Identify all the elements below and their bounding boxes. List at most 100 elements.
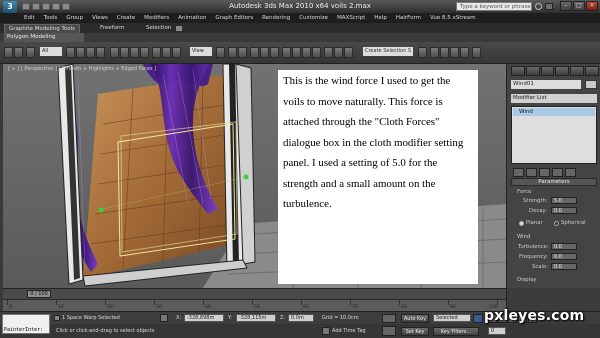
menu-customize[interactable]: Customize: [299, 15, 328, 21]
ribbon-toggle-icon[interactable]: [176, 26, 182, 31]
menu-graph-editors[interactable]: Graph Editors: [215, 15, 253, 21]
select-rotate-icon[interactable]: [120, 47, 129, 58]
toolbar-extra-icon-4[interactable]: [460, 47, 469, 58]
z-coord-field[interactable]: 0.0m: [288, 314, 314, 322]
menu-create[interactable]: Create: [117, 15, 135, 21]
mirror-icon[interactable]: [250, 47, 259, 58]
key-filters-button[interactable]: Key Filters...: [433, 327, 479, 336]
add-time-tag[interactable]: Add Time Tag: [332, 328, 366, 334]
pivot-center-icon[interactable]: [216, 47, 225, 58]
spherical-radio[interactable]: [554, 221, 559, 226]
undo-toolbar-icon[interactable]: [4, 47, 13, 58]
tab-selection[interactable]: Selection: [142, 24, 175, 33]
layer-manager-icon[interactable]: [270, 47, 279, 58]
render-setup-icon[interactable]: [324, 47, 333, 58]
y-coord-field[interactable]: -328,115m: [236, 314, 276, 322]
object-color-swatch[interactable]: [585, 80, 597, 89]
motion-tab-icon[interactable]: [555, 66, 570, 76]
minimize-button[interactable]: –: [560, 1, 572, 11]
time-slider[interactable]: 0 / 100: [3, 288, 506, 299]
hierarchy-tab-icon[interactable]: [540, 66, 555, 76]
polygon-modeling-panel[interactable]: Polygon Modeling: [4, 33, 84, 42]
planar-radio[interactable]: [519, 221, 524, 226]
select-manipulate-icon[interactable]: [140, 47, 149, 58]
current-frame-field[interactable]: 0: [488, 327, 506, 335]
turbulence-field[interactable]: 0.0: [551, 243, 577, 250]
remove-modifier-icon[interactable]: [552, 168, 563, 177]
snap-toggle-icon[interactable]: [162, 47, 171, 58]
angle-snap-icon[interactable]: [172, 47, 181, 58]
redo-toolbar-icon[interactable]: [14, 47, 23, 58]
maximize-button[interactable]: □: [573, 1, 585, 11]
menu-rendering[interactable]: Rendering: [262, 15, 290, 21]
set-key-mode-icon[interactable]: [382, 314, 396, 323]
menu-group[interactable]: Group: [66, 15, 83, 21]
track-bar[interactable]: 0 10 20 30 40 50 60 70 80 90 100: [3, 299, 506, 311]
set-key-button[interactable]: Set Key: [401, 327, 429, 336]
menu-animation[interactable]: Animation: [178, 15, 206, 21]
menu-maxscript[interactable]: MAXScript: [337, 15, 365, 21]
create-tab-icon[interactable]: [511, 66, 525, 76]
edit-named-selection-icon[interactable]: [418, 47, 427, 58]
toolbar-extra-icon-2[interactable]: [440, 47, 449, 58]
configure-sets-icon[interactable]: [565, 168, 576, 177]
toolbar-extra-icon-5[interactable]: [472, 47, 481, 58]
selection-filter-dropdown[interactable]: All: [40, 47, 62, 56]
absolute-mode-icon[interactable]: [160, 314, 168, 322]
percent-snap-icon[interactable]: [228, 47, 237, 58]
align-icon[interactable]: [260, 47, 269, 58]
selection-region-icon[interactable]: [86, 47, 95, 58]
make-unique-icon[interactable]: [539, 168, 550, 177]
key-icon[interactable]: [382, 326, 396, 336]
keyboard-shortcut-icon[interactable]: [152, 47, 161, 58]
schematic-view-icon[interactable]: [302, 47, 311, 58]
maxscript-mini-listener[interactable]: PainterInter:: [2, 314, 50, 334]
frequency-field[interactable]: 0.0: [551, 253, 577, 260]
graphite-toggle-icon[interactable]: [282, 47, 291, 58]
curve-editor-icon[interactable]: [292, 47, 301, 58]
selected-dropdown[interactable]: Selected: [433, 314, 471, 322]
spinner-snap-icon[interactable]: [238, 47, 247, 58]
utilities-tab-icon[interactable]: [585, 66, 599, 76]
modify-tab-icon[interactable]: [525, 66, 540, 76]
tab-freeform[interactable]: Freeform: [96, 24, 129, 33]
toolbar-extra-icon[interactable]: [430, 47, 439, 58]
selection-lock-icon[interactable]: [54, 315, 60, 321]
select-object-icon[interactable]: [66, 47, 75, 58]
tab-graphite-modeling-tools[interactable]: Graphite Modeling Tools: [4, 24, 81, 33]
time-slider-thumb[interactable]: 0 / 100: [27, 290, 51, 298]
pin-stack-icon[interactable]: [513, 168, 524, 177]
info-center-icon[interactable]: [545, 3, 553, 10]
menu-views[interactable]: Views: [92, 15, 108, 21]
auto-key-button[interactable]: Auto Key: [401, 314, 429, 323]
selected-dropdown-arrow-icon[interactable]: [473, 314, 483, 323]
named-selection-set-dropdown[interactable]: Create Selection S: [363, 47, 413, 56]
time-tag-icon[interactable]: [322, 327, 330, 335]
modifier-stack-item-wind[interactable]: Wind: [513, 108, 595, 116]
select-move-icon[interactable]: [110, 47, 119, 58]
decay-field[interactable]: 0.0: [551, 207, 577, 214]
menu-tools[interactable]: Tools: [44, 15, 58, 21]
window-crossing-icon[interactable]: [96, 47, 105, 58]
strength-field[interactable]: 5.0: [551, 197, 577, 204]
menu-vue-xstream[interactable]: Vue 8.5 xStream: [430, 15, 476, 21]
object-name-field[interactable]: Wind01: [511, 80, 581, 89]
select-scale-icon[interactable]: [130, 47, 139, 58]
select-by-name-icon[interactable]: [76, 47, 85, 58]
menu-help[interactable]: Help: [374, 15, 387, 21]
close-button[interactable]: ×: [586, 1, 598, 11]
reference-coordinate-dropdown[interactable]: View: [190, 47, 212, 56]
menu-hairform[interactable]: HairForm: [396, 15, 421, 21]
toolbar-extra-icon-3[interactable]: [450, 47, 459, 58]
modifier-list-dropdown[interactable]: Modifier List: [511, 94, 597, 103]
menu-edit[interactable]: Edit: [24, 15, 35, 21]
keyword-search-input[interactable]: Type a keyword or phrase: [456, 2, 532, 11]
viewport-label[interactable]: [ + ] [ Perspective ] [ Smooth + Highlig…: [8, 66, 156, 72]
rendered-frame-window-icon[interactable]: [334, 47, 343, 58]
scale-field[interactable]: 0.0: [551, 263, 577, 270]
x-coord-field[interactable]: -328,898m: [184, 314, 224, 322]
material-editor-icon[interactable]: [312, 47, 321, 58]
link-icon[interactable]: [26, 47, 35, 58]
parameters-rollout-header[interactable]: Parameters: [511, 178, 597, 186]
display-tab-icon[interactable]: [570, 66, 585, 76]
